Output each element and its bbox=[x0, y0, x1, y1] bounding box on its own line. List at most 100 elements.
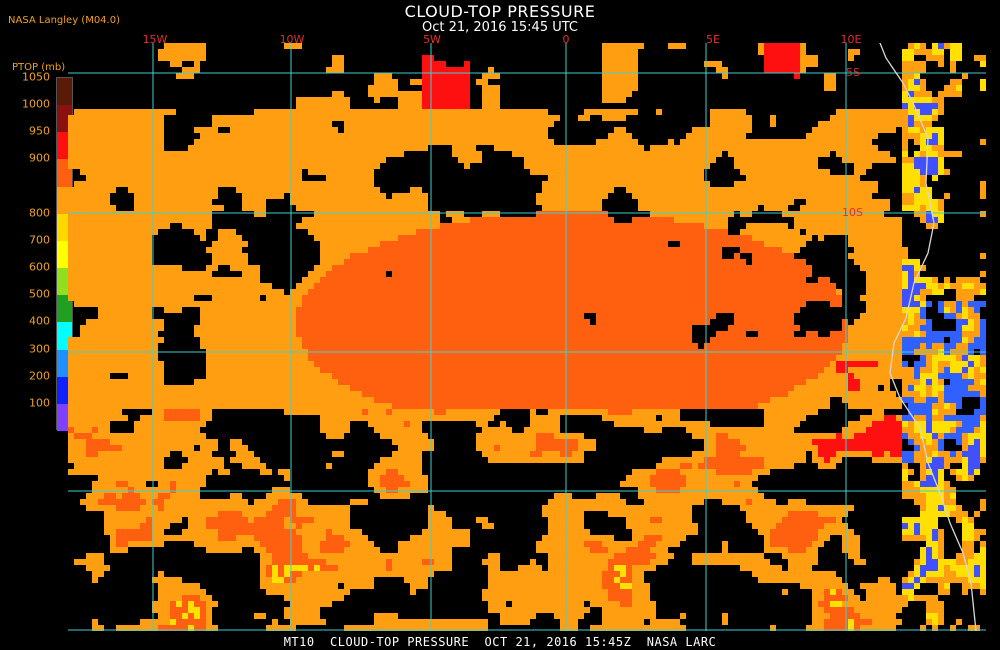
cloud-pixel bbox=[710, 271, 716, 277]
cloud-pixel bbox=[842, 229, 848, 235]
cloud-pixel bbox=[164, 283, 170, 289]
cloud-pixel bbox=[686, 319, 692, 325]
cloud-pixel bbox=[230, 301, 236, 307]
cloud-pixel bbox=[266, 283, 272, 289]
cloud-pixel bbox=[338, 235, 344, 241]
cloud-pixel bbox=[158, 205, 164, 211]
cloud-pixel bbox=[212, 151, 218, 157]
cloud-pixel bbox=[578, 277, 584, 283]
cloud-pixel bbox=[674, 193, 680, 199]
cloud-pixel bbox=[482, 79, 488, 85]
cloud-pixel bbox=[242, 127, 248, 133]
cloud-pixel bbox=[86, 199, 92, 205]
cloud-pixel bbox=[272, 151, 278, 157]
cloud-pixel bbox=[380, 235, 386, 241]
cloud-pixel bbox=[818, 193, 824, 199]
cloud-pixel bbox=[506, 127, 512, 133]
cloud-pixel bbox=[512, 283, 518, 289]
cloud-pixel bbox=[680, 331, 686, 337]
cloud-pixel bbox=[758, 241, 764, 247]
cloud-pixel bbox=[704, 61, 710, 67]
cloud-pixel bbox=[662, 187, 668, 193]
cloud-pixel bbox=[188, 193, 194, 199]
cloud-pixel bbox=[500, 223, 506, 229]
cloud-pixel bbox=[284, 337, 290, 343]
cloud-pixel bbox=[518, 283, 524, 289]
cloud-pixel bbox=[164, 187, 170, 193]
cloud-pixel bbox=[956, 313, 962, 319]
cloud-pixel bbox=[218, 139, 224, 145]
cloud-pixel bbox=[260, 187, 266, 193]
cloud-pixel bbox=[602, 49, 608, 55]
cloud-pixel bbox=[794, 295, 800, 301]
cloud-pixel bbox=[620, 127, 626, 133]
cloud-pixel bbox=[812, 151, 818, 157]
cloud-pixel bbox=[704, 271, 710, 277]
cloud-pixel bbox=[86, 343, 92, 349]
cloud-pixel bbox=[578, 163, 584, 169]
cloud-pixel bbox=[392, 145, 398, 151]
cloud-pixel bbox=[236, 253, 242, 259]
cloud-pixel bbox=[752, 313, 758, 319]
cloud-pixel bbox=[668, 271, 674, 277]
cloud-pixel bbox=[482, 85, 488, 91]
cloud-pixel bbox=[692, 127, 698, 133]
cloud-pixel bbox=[704, 247, 710, 253]
cloud-pixel bbox=[332, 223, 338, 229]
cloud-pixel bbox=[788, 175, 794, 181]
cloud-pixel bbox=[920, 217, 926, 223]
cloud-pixel bbox=[956, 151, 962, 157]
cloud-pixel bbox=[662, 205, 668, 211]
cloud-pixel bbox=[890, 277, 896, 283]
cloud-pixel bbox=[890, 325, 896, 331]
cloud-pixel bbox=[350, 295, 356, 301]
cloud-pixel bbox=[932, 163, 938, 169]
cloud-pixel bbox=[398, 217, 404, 223]
cloud-pixel bbox=[602, 139, 608, 145]
cloud-pixel bbox=[68, 157, 74, 163]
cloud-pixel bbox=[704, 265, 710, 271]
cloud-pixel bbox=[194, 217, 200, 223]
cloud-pixel bbox=[128, 283, 134, 289]
cloud-pixel bbox=[98, 331, 104, 337]
cloud-pixel bbox=[86, 205, 92, 211]
cloud-pixel bbox=[734, 289, 740, 295]
cloud-pixel bbox=[620, 97, 626, 103]
cloud-pixel bbox=[578, 325, 584, 331]
cloud-pixel bbox=[494, 307, 500, 313]
cloud-pixel bbox=[68, 271, 74, 277]
cloud-pixel bbox=[944, 85, 950, 91]
cloud-pixel bbox=[788, 211, 794, 217]
cloud-pixel bbox=[788, 49, 794, 55]
cloud-pixel bbox=[602, 217, 608, 223]
cloud-pixel bbox=[752, 265, 758, 271]
cloud-pixel bbox=[884, 319, 890, 325]
cloud-pixel bbox=[278, 163, 284, 169]
cloud-pixel bbox=[656, 277, 662, 283]
cloud-pixel bbox=[584, 205, 590, 211]
cloud-pixel bbox=[584, 169, 590, 175]
cloud-pixel bbox=[98, 151, 104, 157]
cloud-pixel bbox=[200, 211, 206, 217]
cloud-pixel bbox=[716, 133, 722, 139]
cloud-pixel bbox=[506, 295, 512, 301]
cloud-pixel bbox=[938, 97, 944, 103]
cloud-pixel bbox=[224, 121, 230, 127]
cloud-pixel bbox=[548, 295, 554, 301]
cloud-pixel bbox=[404, 241, 410, 247]
cloud-pixel bbox=[872, 217, 878, 223]
cloud-pixel bbox=[482, 217, 488, 223]
cloud-pixel bbox=[116, 343, 122, 349]
cloud-pixel bbox=[80, 145, 86, 151]
cloud-pixel bbox=[740, 163, 746, 169]
cloud-pixel bbox=[272, 163, 278, 169]
cloud-pixel bbox=[518, 127, 524, 133]
cloud-pixel bbox=[740, 133, 746, 139]
cloud-pixel bbox=[722, 277, 728, 283]
cloud-pixel bbox=[92, 331, 98, 337]
cloud-pixel bbox=[740, 265, 746, 271]
cloud-pixel bbox=[866, 205, 872, 211]
cloud-pixel bbox=[728, 187, 734, 193]
cloud-pixel bbox=[614, 61, 620, 67]
cloud-pixel bbox=[332, 283, 338, 289]
